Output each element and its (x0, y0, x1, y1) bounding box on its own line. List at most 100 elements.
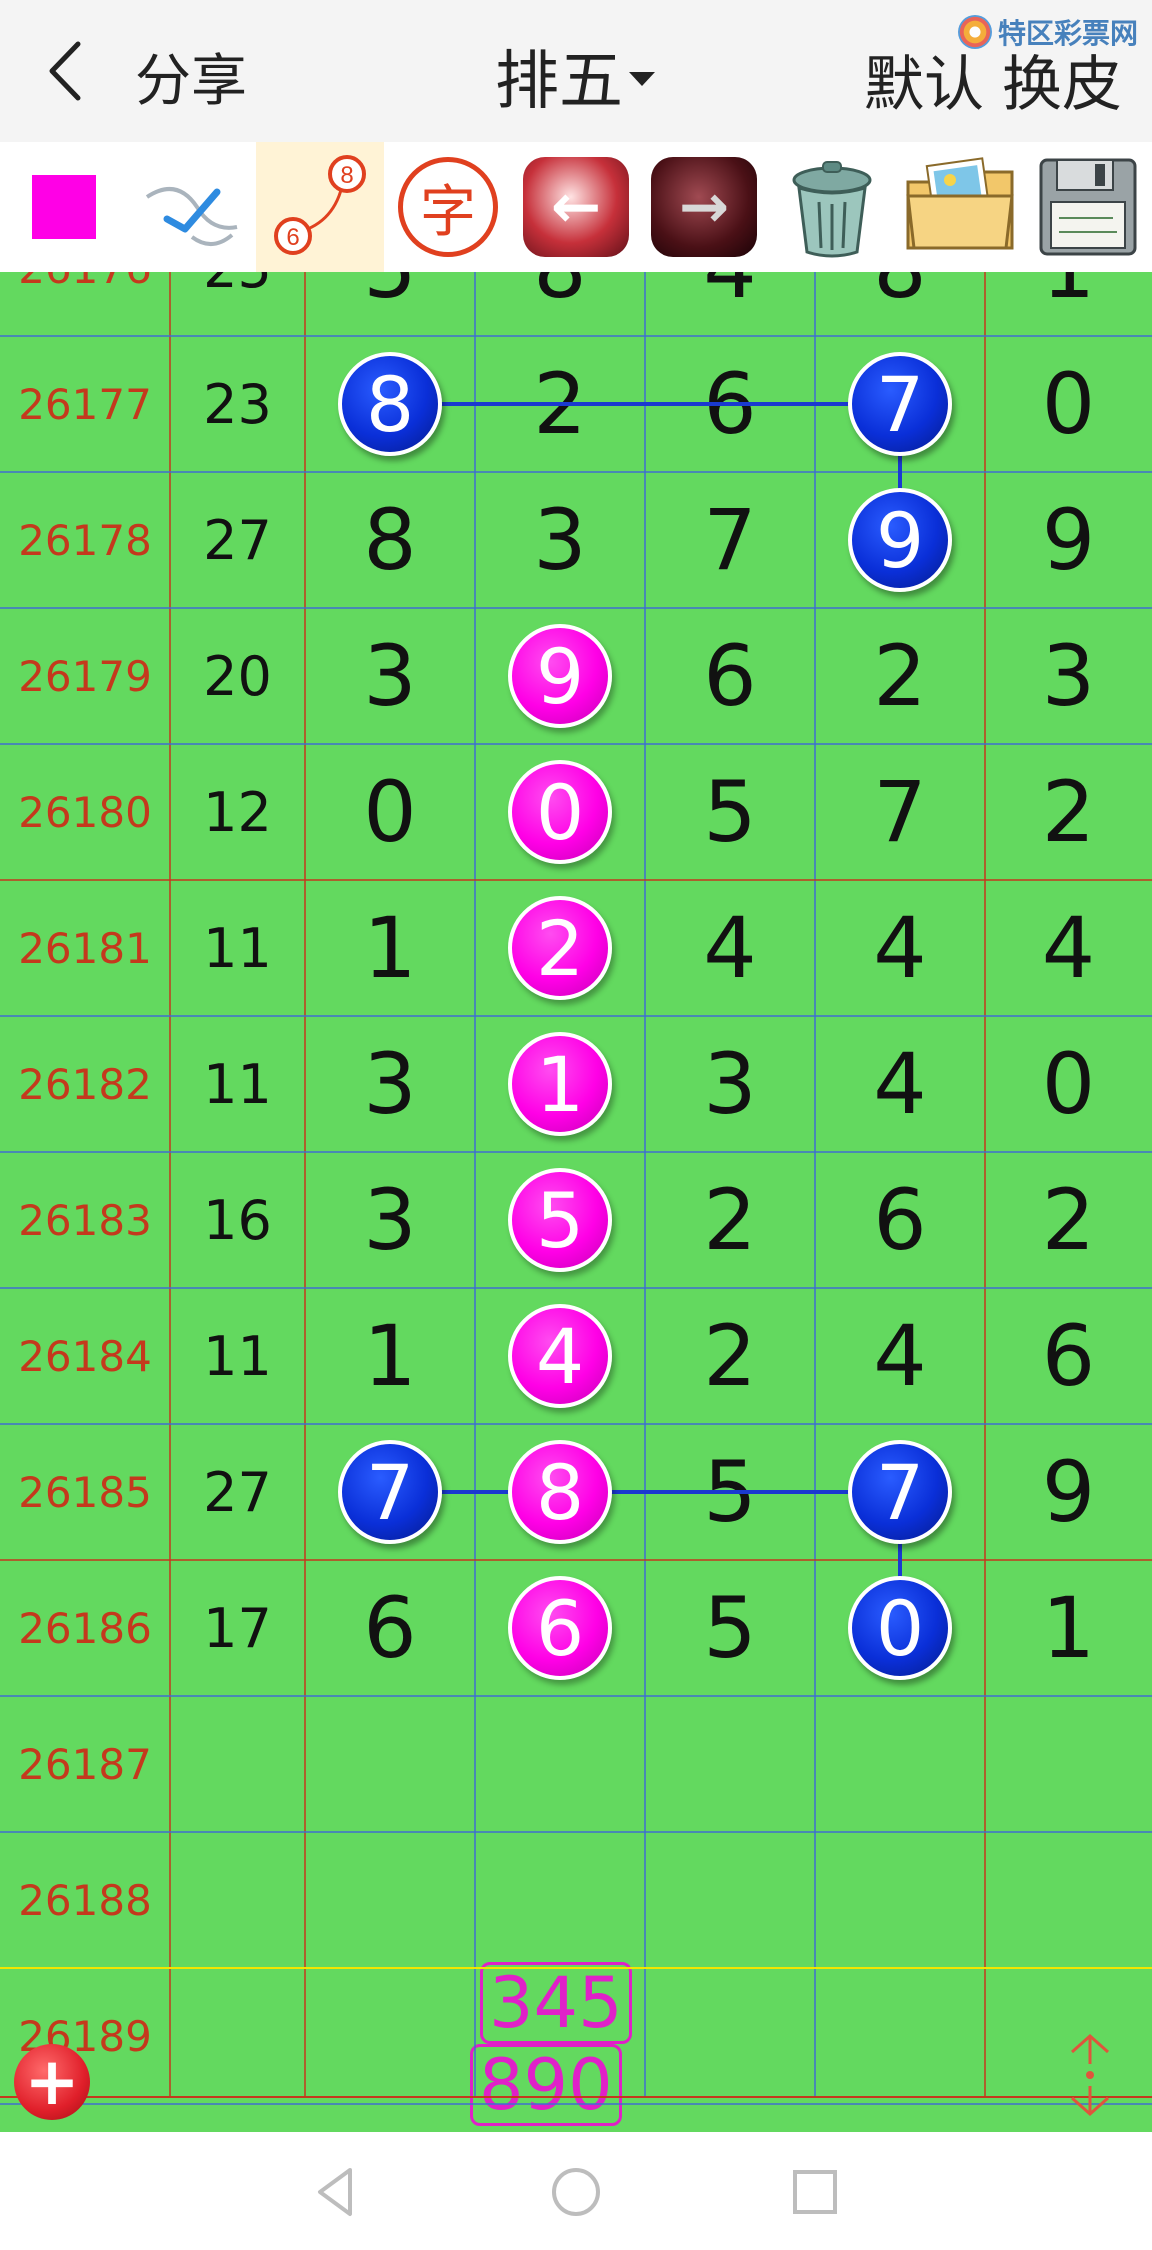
digit-cell-2[interactable]: 5 (475, 1152, 645, 1288)
digit-cell-4[interactable]: 7 (815, 744, 985, 880)
undo-button[interactable]: ← (512, 142, 640, 272)
digit-cell-3[interactable]: 4 (645, 272, 815, 336)
digit-cell-4[interactable]: 8 (815, 272, 985, 336)
digit-cell-1[interactable]: 1 (305, 880, 475, 1016)
digit-cell-3[interactable]: 6 (645, 608, 815, 744)
digit-cell-2[interactable]: 2 (475, 880, 645, 1016)
digit-cell-5[interactable]: 1 (985, 1560, 1152, 1696)
digit-cell-3[interactable]: 5 (645, 744, 815, 880)
digit-cell-5[interactable]: 9 (985, 472, 1152, 608)
digit-cell-1[interactable] (305, 1832, 475, 1968)
digit-cell-4[interactable] (815, 1968, 985, 2104)
digit-cell-1[interactable]: 8 (305, 472, 475, 608)
digit-cell-5[interactable] (985, 1832, 1152, 1968)
digit-cell-1[interactable]: 8 (305, 336, 475, 472)
color-swatch-button[interactable] (0, 142, 128, 272)
nav-recents-button[interactable] (780, 2157, 850, 2227)
digit-cell-2[interactable]: 6 (475, 1560, 645, 1696)
digit-cell-1[interactable]: 3 (305, 608, 475, 744)
save-button[interactable] (1024, 142, 1152, 272)
blue-ball-marker[interactable]: 9 (848, 488, 952, 592)
prediction-group-1[interactable]: 345 (480, 1962, 632, 2044)
digit-cell-1[interactable]: 3 (305, 1016, 475, 1152)
digit-cell-5[interactable]: 9 (985, 1424, 1152, 1560)
digit-cell-2[interactable]: 1 (475, 1016, 645, 1152)
digit-cell-2[interactable]: 8 (475, 272, 645, 336)
text-tool-button[interactable]: 字 (384, 142, 512, 272)
digit-cell-2[interactable]: 2 (475, 336, 645, 472)
digit-cell-3[interactable]: 6 (645, 336, 815, 472)
digit-cell-2[interactable]: 0 (475, 744, 645, 880)
magenta-ball-marker[interactable]: 8 (508, 1440, 612, 1544)
digit-cell-3[interactable]: 3 (645, 1016, 815, 1152)
digit-cell-4[interactable]: 4 (815, 880, 985, 1016)
digit-cell-4[interactable]: 6 (815, 1152, 985, 1288)
default-button[interactable]: 默认 (864, 36, 984, 123)
change-skin-button[interactable]: 换皮 (1002, 36, 1122, 123)
digit-cell-1[interactable]: 3 (305, 1152, 475, 1288)
digit-cell-1[interactable]: 7 (305, 1424, 475, 1560)
digit-cell-4[interactable]: 0 (815, 1560, 985, 1696)
digit-cell-5[interactable]: 4 (985, 880, 1152, 1016)
digit-cell-3[interactable] (645, 1968, 815, 2104)
magenta-ball-marker[interactable]: 2 (508, 896, 612, 1000)
lottery-type-dropdown[interactable]: 排五 (495, 30, 655, 122)
digit-cell-3[interactable]: 4 (645, 880, 815, 1016)
digit-cell-3[interactable]: 7 (645, 472, 815, 608)
digit-cell-4[interactable]: 2 (815, 608, 985, 744)
chevron-left-icon[interactable] (40, 36, 90, 106)
digit-cell-1[interactable]: 1 (305, 1288, 475, 1424)
digit-cell-5[interactable]: 2 (985, 744, 1152, 880)
pen-tool-button[interactable] (128, 142, 256, 272)
digit-cell-1[interactable]: 0 (305, 744, 475, 880)
digit-cell-3[interactable]: 5 (645, 1424, 815, 1560)
digit-cell-3[interactable]: 5 (645, 1560, 815, 1696)
digit-cell-3[interactable] (645, 1696, 815, 1832)
digit-cell-1[interactable] (305, 1696, 475, 1832)
digit-cell-1[interactable]: 6 (305, 1560, 475, 1696)
digit-cell-1[interactable]: 5 (305, 272, 475, 336)
nav-back-button[interactable] (300, 2157, 370, 2227)
magenta-ball-marker[interactable]: 1 (508, 1032, 612, 1136)
lottery-trend-grid[interactable]: 2617625584812617723826702617827837992617… (0, 272, 1152, 2132)
digit-cell-3[interactable]: 2 (645, 1152, 815, 1288)
digit-cell-4[interactable]: 4 (815, 1288, 985, 1424)
digit-cell-2[interactable]: 9 (475, 608, 645, 744)
digit-cell-4[interactable]: 4 (815, 1016, 985, 1152)
digit-cell-2[interactable] (475, 1696, 645, 1832)
digit-cell-5[interactable] (985, 1696, 1152, 1832)
digit-cell-4[interactable]: 7 (815, 1424, 985, 1560)
magenta-ball-marker[interactable]: 9 (508, 624, 612, 728)
digit-cell-5[interactable]: 1 (985, 272, 1152, 336)
digit-cell-5[interactable]: 6 (985, 1288, 1152, 1424)
digit-cell-2[interactable]: 4 (475, 1288, 645, 1424)
digit-cell-2[interactable] (475, 1832, 645, 1968)
blue-ball-marker[interactable]: 0 (848, 1576, 952, 1680)
nav-home-button[interactable] (541, 2157, 611, 2227)
magenta-ball-marker[interactable]: 5 (508, 1168, 612, 1272)
digit-cell-4[interactable]: 7 (815, 336, 985, 472)
digit-cell-5[interactable]: 0 (985, 336, 1152, 472)
digit-cell-4[interactable] (815, 1696, 985, 1832)
blue-ball-marker[interactable]: 7 (338, 1440, 442, 1544)
redo-button[interactable]: → (640, 142, 768, 272)
share-button[interactable]: 分享 (135, 36, 247, 117)
plus-icon[interactable]: + (14, 2044, 90, 2120)
digit-cell-2[interactable]: 3 (475, 472, 645, 608)
digit-cell-3[interactable]: 2 (645, 1288, 815, 1424)
scroll-up-down-icon[interactable] (1060, 2030, 1120, 2120)
connect-line-tool-button[interactable]: 8 6 (256, 142, 384, 272)
prediction-group-2[interactable]: 890 (470, 2044, 622, 2126)
digit-cell-3[interactable] (645, 1832, 815, 1968)
digit-cell-1[interactable] (305, 1968, 475, 2104)
blue-ball-marker[interactable]: 8 (338, 352, 442, 456)
digit-cell-5[interactable]: 3 (985, 608, 1152, 744)
prediction-box[interactable]: 345 890 (470, 1962, 660, 2126)
digit-cell-2[interactable]: 8 (475, 1424, 645, 1560)
magenta-ball-marker[interactable]: 4 (508, 1304, 612, 1408)
digit-cell-4[interactable] (815, 1832, 985, 1968)
digit-cell-5[interactable]: 0 (985, 1016, 1152, 1152)
blue-ball-marker[interactable]: 7 (848, 352, 952, 456)
clear-button[interactable] (768, 142, 896, 272)
magenta-ball-marker[interactable]: 6 (508, 1576, 612, 1680)
